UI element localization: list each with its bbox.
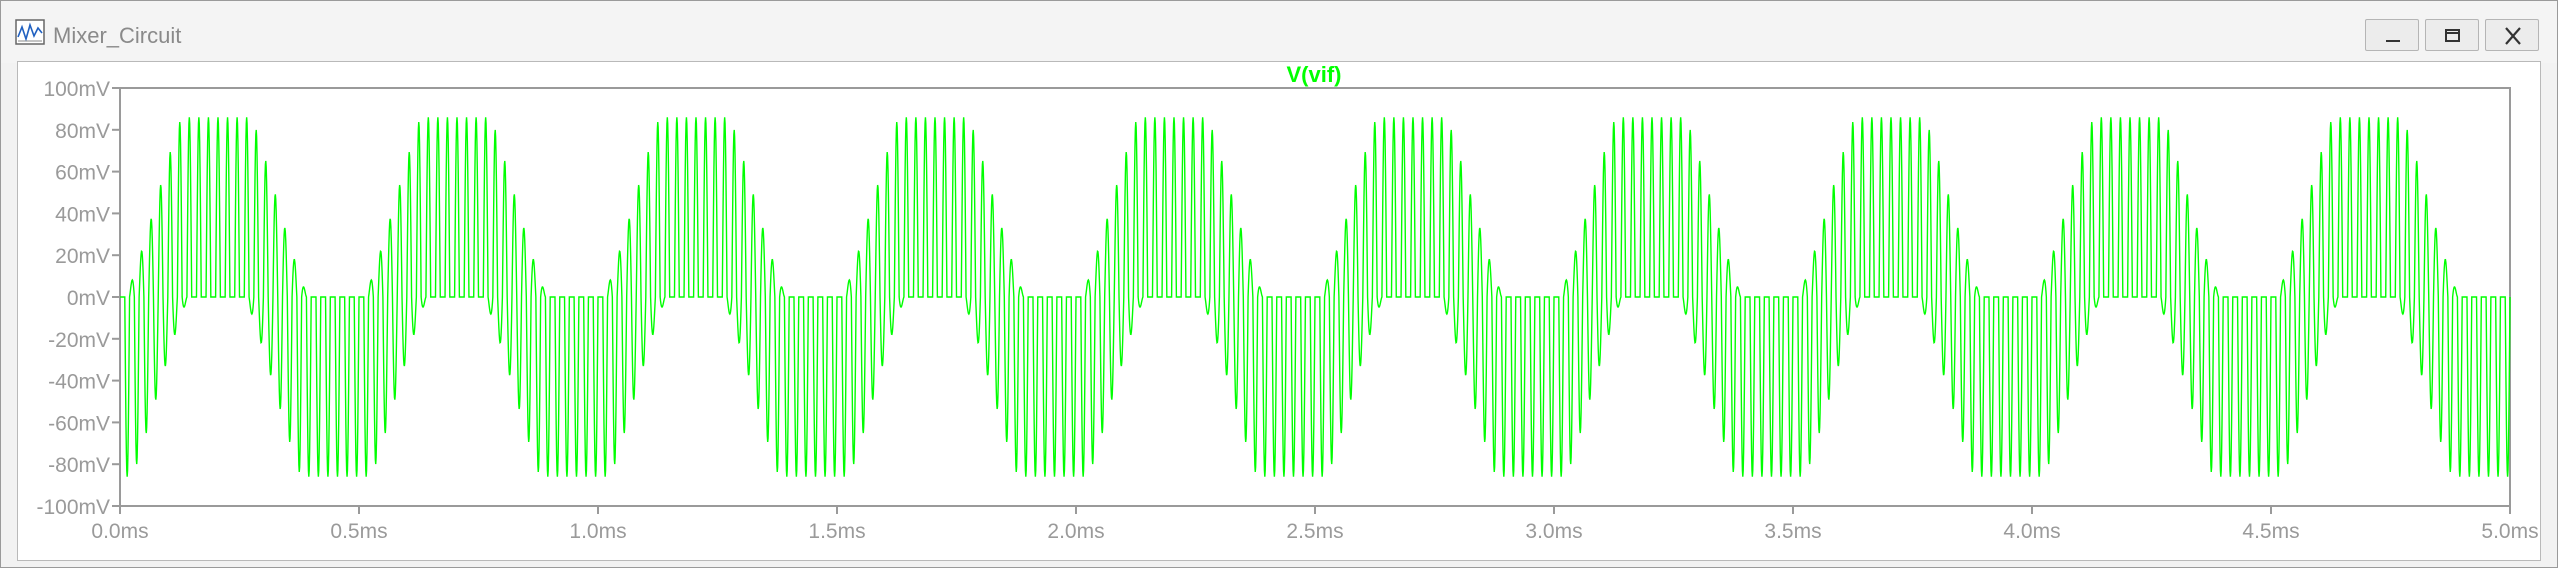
trace-label[interactable]: V(vif): [1287, 62, 1342, 87]
x-tick-label: 0.0ms: [91, 520, 148, 543]
vif-trace: [120, 117, 2511, 477]
y-tick-label: 20mV: [55, 245, 110, 268]
close-icon: [2505, 27, 2521, 45]
x-axis: 0.0ms 0.5ms 1.0ms 1.5ms 2.0ms 2.5ms 3.0ms 3.5ms…: [91, 506, 2539, 543]
title-bar[interactable]: Mixer_Circuit: [1, 1, 2557, 63]
x-tick-label: 2.5ms: [1286, 520, 1343, 543]
x-tick-label: 4.0ms: [2003, 520, 2060, 543]
x-tick-label: 2.0ms: [1047, 520, 1104, 543]
x-tick-label: 0.5ms: [330, 520, 387, 543]
y-tick-label: -60mV: [48, 412, 110, 435]
y-tick-label: 60mV: [55, 162, 110, 185]
x-tick-label: 5.0ms: [2481, 520, 2538, 543]
window-title: Mixer_Circuit: [53, 23, 182, 48]
plot-pane[interactable]: V(vif) 100mV 80mV 60mV 40mV 20mV 0mV -20mV -40m…: [17, 61, 2541, 561]
restore-button[interactable]: [2425, 19, 2479, 51]
x-tick-label: 1.0ms: [569, 520, 626, 543]
y-tick-label: 40mV: [55, 203, 110, 226]
y-tick-label: -40mV: [48, 371, 110, 394]
minimize-icon: [2386, 40, 2400, 42]
x-tick-label: 3.5ms: [1764, 520, 1821, 543]
y-tick-label: -100mV: [36, 496, 110, 519]
waveform-window: Mixer_Circuit V(vif) 100mV 80mV 60mV 40mV 20…: [0, 0, 2558, 568]
y-tick-label: 100mV: [43, 78, 110, 101]
waveform-plot[interactable]: V(vif) 100mV 80mV 60mV 40mV 20mV 0mV -20mV -40m…: [18, 62, 2540, 560]
y-tick-label: -20mV: [48, 329, 110, 352]
x-tick-label: 4.5ms: [2242, 520, 2299, 543]
y-axis: 100mV 80mV 60mV 40mV 20mV 0mV -20mV -40mV -60mV -…: [36, 78, 120, 519]
minimize-button[interactable]: [2365, 19, 2419, 51]
y-tick-label: -80mV: [48, 454, 110, 477]
y-tick-label: 80mV: [55, 120, 110, 143]
close-button[interactable]: [2485, 19, 2539, 51]
restore-icon: [2445, 29, 2460, 42]
y-tick-label: 0mV: [67, 287, 110, 310]
x-tick-label: 1.5ms: [808, 520, 865, 543]
waveform-app-icon: [15, 19, 45, 45]
x-tick-label: 3.0ms: [1525, 520, 1582, 543]
